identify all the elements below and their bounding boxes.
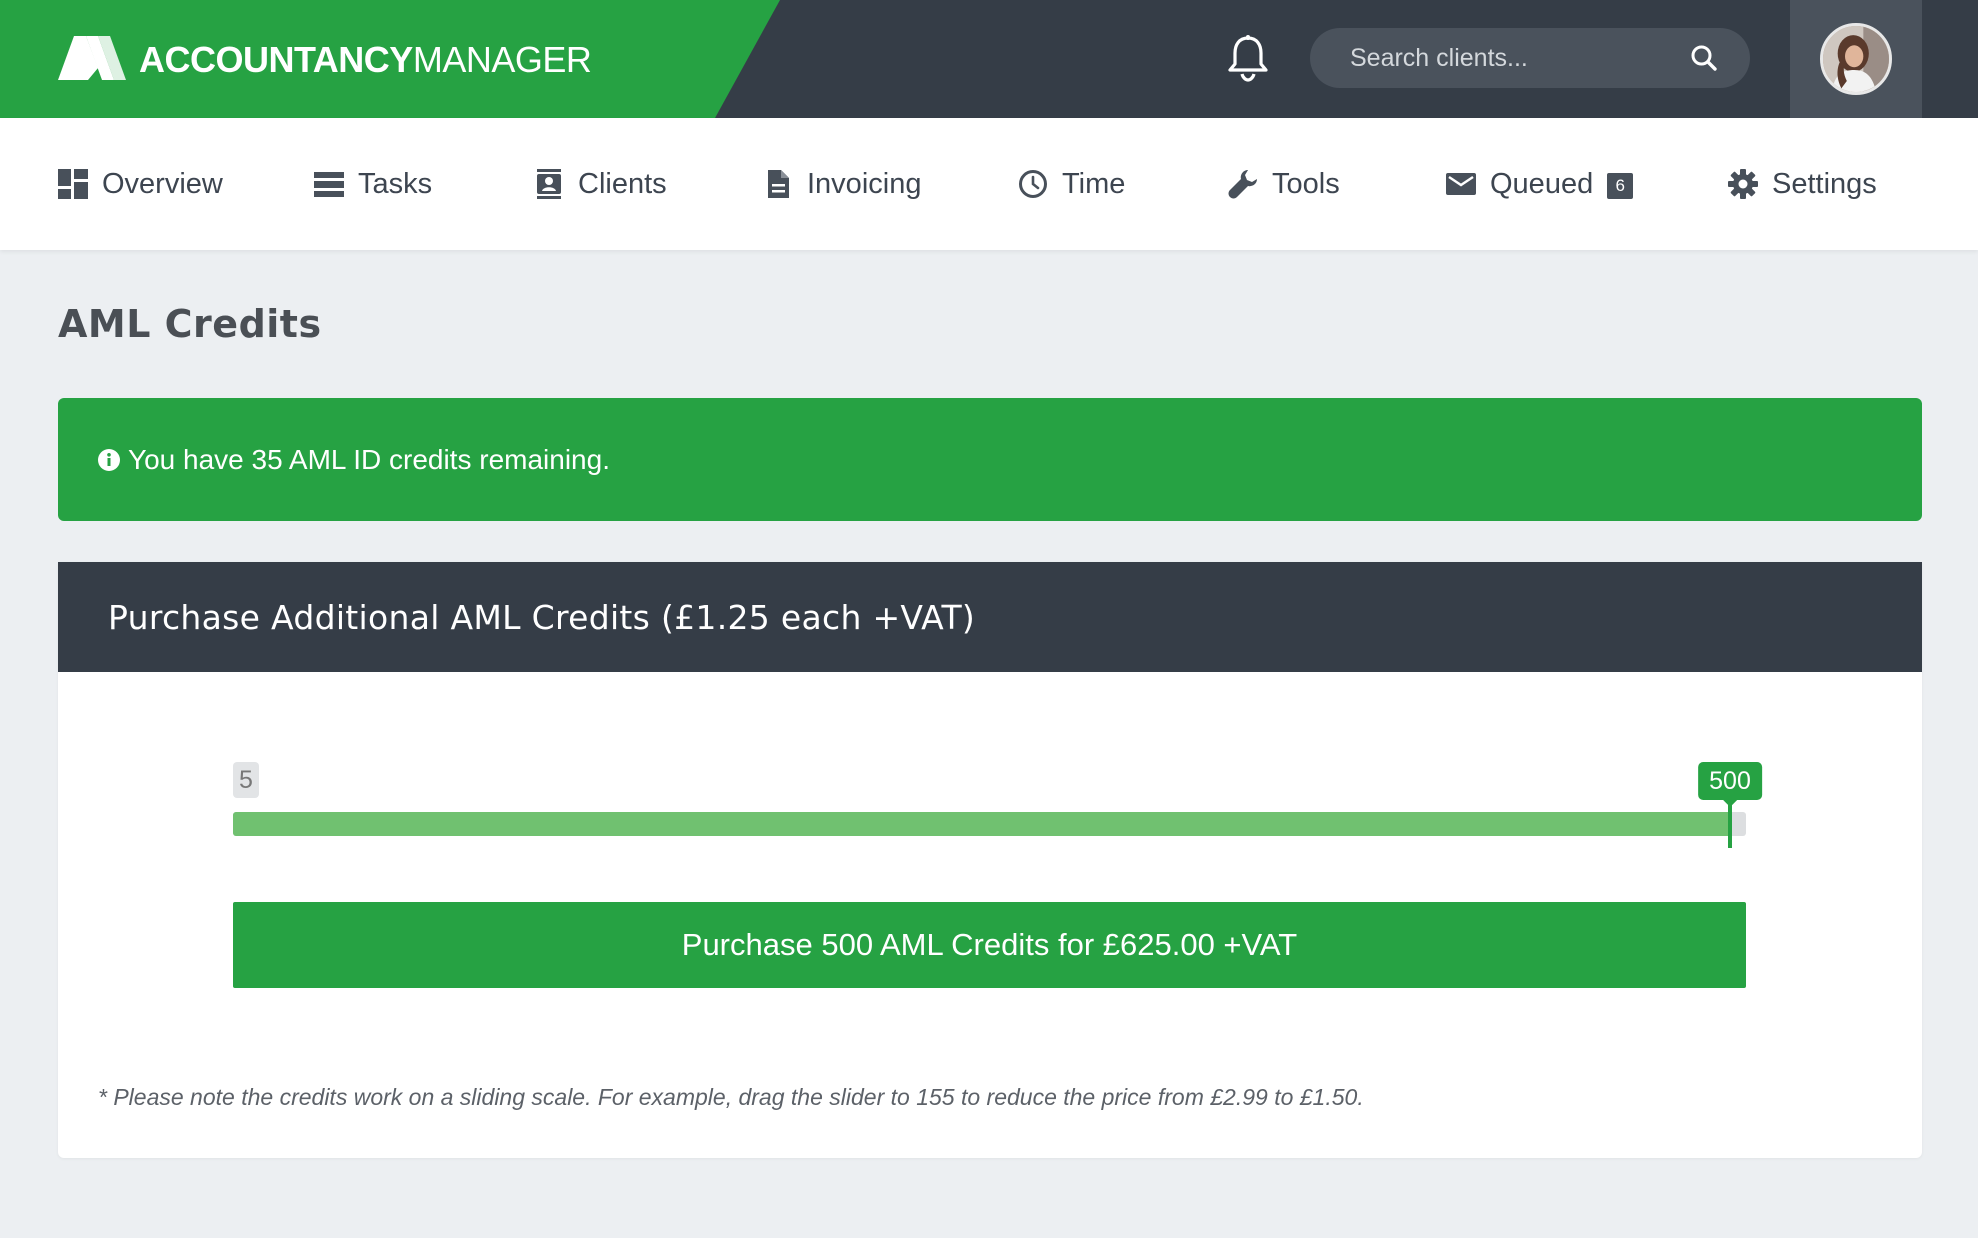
brand-area: ACCOUNTANCYMANAGER xyxy=(0,0,780,118)
avatar[interactable] xyxy=(1820,23,1892,95)
gear-icon xyxy=(1728,169,1758,199)
info-icon xyxy=(98,448,120,471)
bell-icon[interactable] xyxy=(1226,34,1270,82)
nav-item-overview[interactable]: Overview xyxy=(58,118,223,250)
nav-item-queued[interactable]: Queued 6 xyxy=(1446,118,1634,250)
nav-label: Tools xyxy=(1272,167,1340,200)
document-icon xyxy=(768,170,789,198)
search-icon[interactable] xyxy=(1690,44,1718,72)
slider-handle[interactable] xyxy=(1728,802,1732,848)
nav-item-invoicing[interactable]: Invoicing xyxy=(763,118,921,250)
sliding-scale-note: * Please note the credits work on a slid… xyxy=(98,1084,1364,1110)
nav-item-tools[interactable]: Tools xyxy=(1228,118,1340,250)
logo-icon xyxy=(58,36,126,80)
brand-name-light: MANAGER xyxy=(412,39,592,80)
slider-track[interactable] xyxy=(233,812,1746,836)
nav-label: Time xyxy=(1062,167,1126,200)
purchase-credits-card: Purchase Additional AML Credits (£1.25 e… xyxy=(58,562,1922,1158)
queued-count-badge: 6 xyxy=(1607,173,1634,199)
slider-value-label: 500 xyxy=(1698,762,1762,807)
main-nav: Overview Tasks Clients Invoicing Time To… xyxy=(0,118,1978,250)
card-header: Purchase Additional AML Credits (£1.25 e… xyxy=(58,562,1922,672)
card-title: Purchase Additional AML Credits (£1.25 e… xyxy=(108,597,976,637)
user-menu[interactable] xyxy=(1790,0,1922,118)
search-input[interactable] xyxy=(1350,28,1680,88)
search-box xyxy=(1310,28,1750,88)
purchase-credits-button[interactable]: Purchase 500 AML Credits for £625.00 +VA… xyxy=(233,902,1746,988)
nav-item-settings[interactable]: Settings xyxy=(1728,118,1877,250)
brand-name[interactable]: ACCOUNTANCYMANAGER xyxy=(139,36,592,84)
nav-item-tasks[interactable]: Tasks xyxy=(314,118,432,250)
credits-slider: 5 500 xyxy=(233,762,1762,852)
brand-name-bold: ACCOUNTANCY xyxy=(139,39,413,80)
nav-label: Tasks xyxy=(358,167,433,200)
nav-label: Queued xyxy=(1490,167,1594,200)
nav-label: Clients xyxy=(578,167,667,200)
credits-remaining-alert: You have 35 AML ID credits remaining. xyxy=(58,398,1922,521)
wrench-icon xyxy=(1228,170,1257,199)
clock-icon xyxy=(1019,170,1047,198)
slider-fill xyxy=(233,812,1730,836)
page-title: AML Credits xyxy=(58,302,322,346)
nav-label: Settings xyxy=(1772,167,1877,200)
nav-label: Invoicing xyxy=(807,167,922,200)
nav-item-time[interactable]: Time xyxy=(1018,118,1125,250)
mail-icon xyxy=(1446,173,1476,195)
nav-item-clients[interactable]: Clients xyxy=(534,118,667,250)
alert-text: You have 35 AML ID credits remaining. xyxy=(128,443,610,475)
avatar-image xyxy=(1823,26,1889,92)
tasks-icon xyxy=(314,172,344,197)
contacts-icon xyxy=(537,169,561,199)
nav-label: Overview xyxy=(102,167,223,200)
top-header: ACCOUNTANCYMANAGER xyxy=(0,0,1978,118)
dashboard-icon xyxy=(58,169,88,199)
slider-min-label: 5 xyxy=(233,762,259,798)
